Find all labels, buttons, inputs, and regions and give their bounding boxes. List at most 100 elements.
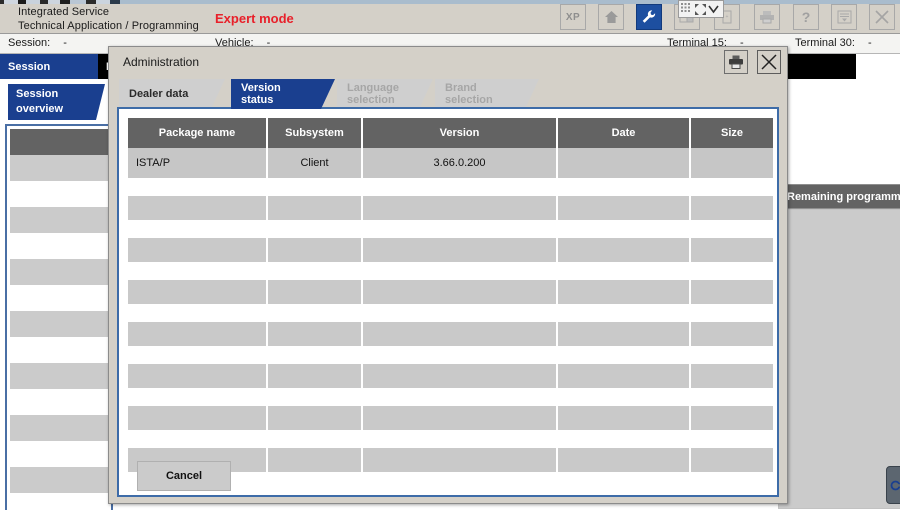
table-row[interactable] (128, 322, 773, 346)
dialog-print-button[interactable] (724, 50, 748, 74)
cell-empty (558, 322, 691, 346)
toolbar-overlay-widget[interactable] (678, 0, 724, 18)
list-item[interactable] (10, 389, 110, 415)
cell-empty (691, 196, 773, 220)
tab-language-selection-label: Language selection (347, 82, 399, 106)
home-button[interactable] (598, 4, 624, 30)
table-row[interactable] (128, 238, 773, 262)
list-item[interactable] (10, 415, 110, 441)
cell-empty (691, 238, 773, 262)
list-item[interactable] (10, 259, 110, 285)
chevron-down-icon (708, 5, 719, 13)
dialog-close-button[interactable] (757, 50, 781, 74)
info-session: Session: - (8, 37, 67, 49)
cell-empty (363, 448, 558, 472)
cell-empty (268, 322, 363, 346)
dialog-title: Administration (123, 55, 200, 69)
tab-version-status-label: Version status (241, 82, 281, 106)
sidebar-item-session-overview[interactable]: Session overview (8, 84, 105, 120)
table-row-spacer (128, 220, 773, 238)
column-header-subsystem: Subsystem (268, 118, 363, 148)
info-session-label: Session: (8, 37, 51, 49)
dialog-title-bar: Administration (109, 47, 787, 77)
cell-empty (363, 322, 558, 346)
table-header-row: Package name Subsystem Version Date Size (128, 118, 773, 148)
cell-empty (128, 364, 268, 388)
dialog-tabs: Dealer data Version status Language sele… (109, 77, 787, 109)
table-row-spacer (128, 262, 773, 280)
list-item[interactable] (10, 233, 110, 259)
wrench-icon (642, 10, 656, 23)
tab-brand-selection-label: Brand selection (445, 82, 493, 106)
cell-empty (363, 280, 558, 304)
close-icon (761, 54, 777, 70)
cell-empty (691, 364, 773, 388)
cell-empty (363, 238, 558, 262)
cell-empty (268, 364, 363, 388)
tab-dealer-data[interactable]: Dealer data (119, 79, 225, 109)
cell-empty (558, 364, 691, 388)
help-button[interactable]: ? (793, 4, 819, 30)
column-header-size: Size (691, 118, 773, 148)
xp-button[interactable]: XP (560, 4, 586, 30)
svg-text:+: + (726, 14, 729, 20)
version-status-table: Package name Subsystem Version Date Size… (128, 118, 773, 472)
nav-tab-session[interactable]: Session (0, 54, 98, 79)
programming-time-body (778, 209, 900, 509)
sidebar-item-session-overview-label: Session overview (16, 88, 64, 115)
cell-empty (128, 406, 268, 430)
tab-language-selection[interactable]: Language selection (337, 79, 433, 109)
tab-brand-selection[interactable]: Brand selection (435, 79, 539, 109)
list-item[interactable] (10, 337, 110, 363)
dialog-content-panel: Package name Subsystem Version Date Size… (117, 107, 779, 497)
list-item[interactable] (10, 155, 110, 181)
expert-mode-label: Expert mode (215, 11, 294, 26)
app-title-block: Integrated Service Technical Application… (18, 5, 199, 33)
cell-empty (268, 406, 363, 430)
column-header-date: Date (558, 118, 691, 148)
cell-empty (363, 196, 558, 220)
cancel-button[interactable]: Cancel (137, 461, 231, 491)
administration-dialog: Administration Dealer data Version statu… (108, 46, 788, 504)
nav-tab-session-label: Session (8, 60, 51, 73)
cell-date (558, 148, 691, 178)
list-item[interactable] (10, 311, 110, 337)
tab-version-status[interactable]: Version status (231, 79, 335, 109)
list-item[interactable] (10, 363, 110, 389)
list-header (10, 129, 110, 155)
cell-empty (268, 238, 363, 262)
grid-icon (681, 3, 690, 12)
app-header: Integrated Service Technical Application… (0, 0, 900, 34)
help-label: ? (801, 9, 811, 25)
table-row-spacer (128, 430, 773, 448)
cell-empty (691, 280, 773, 304)
list-item[interactable] (10, 181, 110, 207)
app-title-line-1: Integrated Service (18, 6, 110, 18)
programming-time-header: Remaining programming time (778, 184, 900, 209)
cell-empty (558, 238, 691, 262)
table-row[interactable] (128, 196, 773, 220)
tab-dealer-data-label: Dealer data (129, 88, 189, 100)
left-list (10, 129, 110, 493)
list-item[interactable] (10, 441, 110, 467)
table-row[interactable] (128, 406, 773, 430)
table-row[interactable]: ISTA/P Client 3.66.0.200 (128, 148, 773, 178)
list-item[interactable] (10, 207, 110, 233)
table-row[interactable] (128, 364, 773, 388)
cell-empty (128, 196, 268, 220)
table-row-spacer (128, 178, 773, 196)
column-header-version: Version (363, 118, 558, 148)
cell-empty (268, 448, 363, 472)
list-item[interactable] (10, 467, 110, 493)
side-handle-button[interactable] (886, 466, 900, 504)
app-title-line-2: Technical Application / Programming (18, 20, 199, 32)
table-empty-rows (128, 178, 773, 472)
list-item[interactable] (10, 285, 110, 311)
table-row[interactable] (128, 280, 773, 304)
close-window-button[interactable] (869, 4, 895, 30)
settings-button[interactable] (636, 4, 662, 30)
minimize-button[interactable] (831, 4, 857, 30)
print-icon (729, 55, 743, 69)
print-button[interactable] (754, 4, 780, 30)
programming-time-header-label: Remaining programming time (787, 190, 900, 203)
